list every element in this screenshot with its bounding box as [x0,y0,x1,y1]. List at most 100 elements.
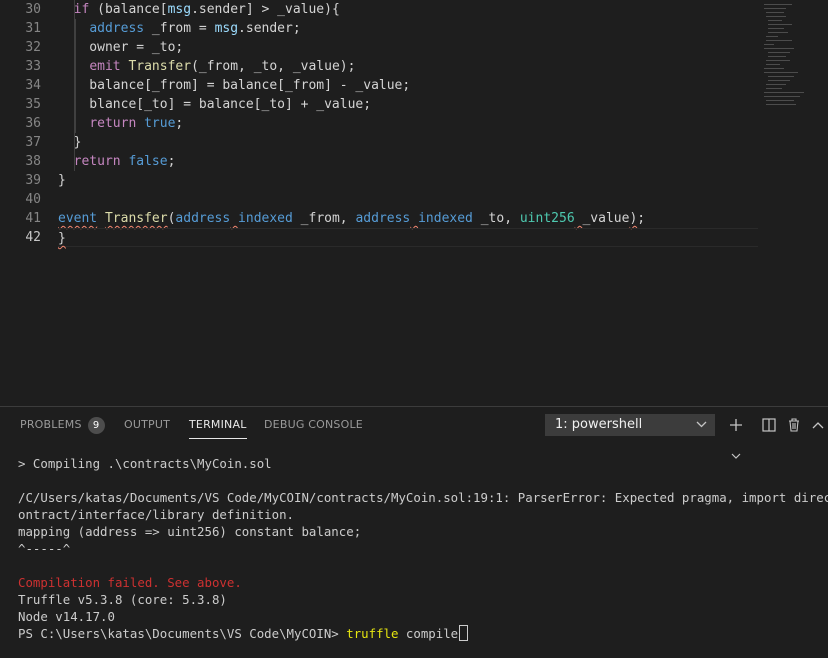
indent-guide [75,95,77,114]
minimap-line [766,16,786,17]
code-token: owner = _to; [58,40,184,55]
minimap-line [764,96,800,97]
code-token: blance[_to] = balance[_to] + _value; [58,97,372,112]
split-terminal-button[interactable] [759,413,779,437]
code-token: ; [175,116,184,131]
indent-guide [75,114,77,133]
minimap-line [766,104,796,105]
code-token: address [355,211,411,226]
line-number-gutter: 30 31 32 33 34 35 36 37 38 39 40 41 42 [0,0,50,247]
tab-problems-label: PROBLEMS [20,418,82,431]
tab-problems[interactable]: PROBLEMS 9 [20,407,105,443]
chevron-down-icon [696,414,707,444]
code-line[interactable]: balance[_from] = balance[_from] - _value… [58,76,758,95]
minimap-line [766,36,778,37]
line-number: 42 [25,230,41,245]
code-token: (balance[ [89,2,168,17]
kill-terminal-button[interactable] [784,413,804,437]
code-token: _to, [472,211,520,226]
code-token: indexed [238,211,293,226]
code-token: if [73,2,90,17]
indent-guide [75,57,77,76]
line-number: 32 [25,40,41,55]
terminal-command-args: compile [398,626,459,641]
minimap-line [768,80,790,81]
code-token: false [128,154,168,169]
terminal-select[interactable]: 1: powershell [545,414,715,436]
terminal-output[interactable]: > Compiling .\contracts\MyCoin.sol/C/Use… [18,455,828,642]
code-token: _from, [292,211,356,226]
line-number: 40 [25,192,41,207]
indent-guide [73,0,75,19]
minimap-line [764,48,794,49]
code-line[interactable]: } [58,133,758,152]
line-number: 38 [25,154,41,169]
code-line[interactable]: return true; [58,114,758,133]
minimap-line [766,64,780,65]
panel-tabs: PROBLEMS 9 OUTPUT TERMINAL DEBUG CONSOLE … [0,407,828,459]
terminal-cursor [459,625,469,641]
tab-debug-console[interactable]: DEBUG CONSOLE [264,407,363,443]
plus-icon [729,419,743,441]
terminal-line: > Compiling .\contracts\MyCoin.sol [18,456,272,471]
minimap-line [768,32,788,33]
terminal-line: ^-----^ [18,541,71,556]
line-number: 31 [25,21,41,36]
problems-count-badge: 9 [87,417,105,434]
minimap[interactable] [758,0,828,110]
minimap-line [768,28,784,29]
code-token: } [58,231,66,246]
minimap-line [764,4,792,5]
terminal-command: truffle [346,626,399,641]
indent-guide [75,38,77,57]
chevron-up-icon [811,422,825,441]
code-token: Transfer [104,211,168,226]
code-line[interactable]: return false; [58,152,758,171]
code-token: _from = [144,21,215,36]
code-token: indexed [418,211,473,226]
indent-guide [75,76,77,95]
tab-debug-console-label: DEBUG CONSOLE [264,418,363,431]
code-editor[interactable]: 30 31 32 33 34 35 36 37 38 39 40 41 42 if (balance[m… [0,0,828,406]
code-line[interactable]: address _from = msg.sender; [58,19,758,38]
code-token: true [144,116,176,131]
minimap-line [766,12,784,13]
line-number: 34 [25,78,41,93]
indent-guide [73,133,75,152]
code-line[interactable]: owner = _to; [58,38,758,57]
terminal-error-line: Compilation failed. See above. [18,575,242,590]
new-terminal-button[interactable] [722,413,750,459]
code-line[interactable]: event Transfer(address indexed _from, ad… [58,209,758,228]
code-line[interactable]: emit Transfer(_from, _to, _value); [58,57,758,76]
code-token: event [58,211,98,226]
tab-output[interactable]: OUTPUT [124,407,170,443]
terminal-line: Node v14.17.0 [18,609,115,624]
minimap-line [764,68,784,69]
code-token: msg [214,21,239,36]
code-area[interactable]: if (balance[msg.sender] > _value){ addre… [58,0,758,247]
code-token: address [89,21,145,36]
maximize-panel-button[interactable] [808,413,828,437]
code-line[interactable]: blance[_to] = balance[_to] + _value; [58,95,758,114]
terminal-prompt-line[interactable]: PS C:\Users\katas\Documents\VS Code\MyCO… [18,625,828,642]
tab-terminal[interactable]: TERMINAL [189,407,247,443]
code-token: balance[_from] = balance[_from] - _value… [58,78,411,93]
line-number: 41 [25,211,41,226]
minimap-line [766,88,782,89]
line-number: 30 [25,2,41,17]
code-line[interactable] [58,190,758,209]
terminal-select-value: 1: powershell [555,417,643,432]
code-line[interactable]: } [58,171,758,190]
code-token: uint256 [519,211,575,226]
code-line[interactable]: if (balance[msg.sender] > _value){ [58,0,758,19]
code-token: Transfer [128,59,192,74]
minimap-line [768,20,782,21]
code-token: emit [89,59,121,74]
minimap-line [768,52,790,53]
code-line[interactable]: } [58,228,758,247]
minimap-line [768,76,794,77]
